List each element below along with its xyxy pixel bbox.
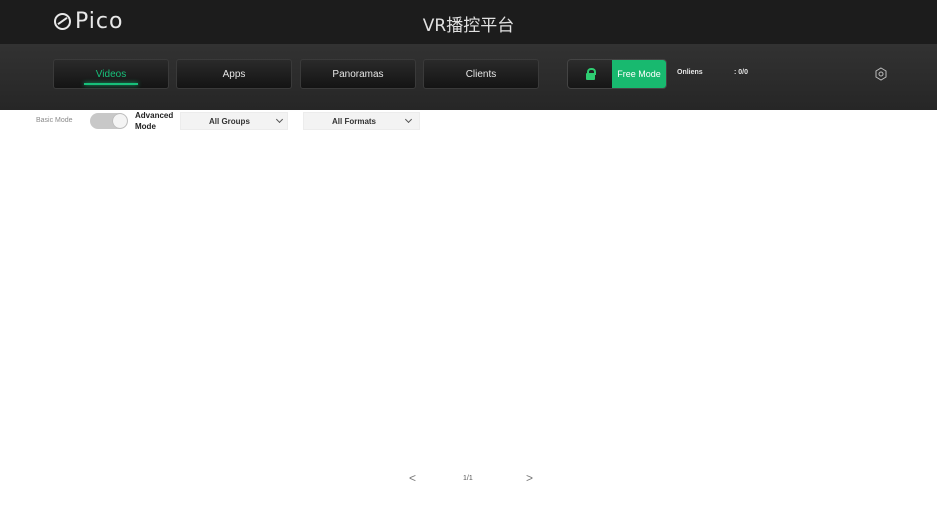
chevron-down-icon <box>275 115 284 124</box>
app-title: VR播控平台 <box>422 16 515 36</box>
tab-panoramas-label: Panoramas <box>332 68 384 80</box>
title-bar: Pico VR播控平台 <box>0 0 937 44</box>
mode-toggle[interactable] <box>90 113 128 129</box>
next-page-button[interactable]: > <box>526 471 533 485</box>
settings-icon[interactable] <box>874 67 888 81</box>
nav-bar: Videos Apps Panoramas Clients Free Mode … <box>0 44 937 110</box>
lock-open-icon <box>585 68 596 80</box>
toggle-knob <box>113 114 127 128</box>
lock-button[interactable] <box>568 60 612 88</box>
tab-panoramas[interactable]: Panoramas <box>300 59 416 89</box>
online-count: : 0/0 <box>734 69 749 76</box>
groups-select[interactable]: All Groups <box>180 112 288 130</box>
advanced-mode-label: Advanced Mode <box>135 111 174 131</box>
tab-apps[interactable]: Apps <box>176 59 292 89</box>
tab-apps-label: Apps <box>222 68 246 80</box>
page-indicator: 1/1 <box>463 475 473 482</box>
active-tab-indicator <box>84 83 138 85</box>
tab-clients-label: Clients <box>465 68 497 80</box>
online-label: Onliens <box>677 69 703 76</box>
tab-clients[interactable]: Clients <box>423 59 539 89</box>
free-mode-button[interactable]: Free Mode <box>612 60 666 88</box>
chevron-down-icon <box>404 115 413 124</box>
basic-mode-label: Basic Mode <box>36 117 73 124</box>
tab-videos[interactable]: Videos <box>53 59 169 89</box>
prev-page-button[interactable]: < <box>409 471 416 485</box>
tab-videos-label: Videos <box>95 68 127 80</box>
formats-select-value: All Formats <box>332 116 377 126</box>
groups-select-value: All Groups <box>209 116 250 126</box>
formats-select[interactable]: All Formats <box>303 112 420 130</box>
mode-switch: Free Mode <box>567 59 667 89</box>
